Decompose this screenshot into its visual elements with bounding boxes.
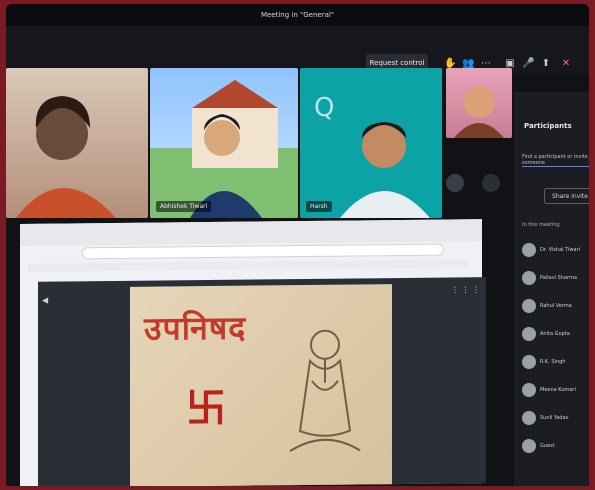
current-slide: उपनिषद 卐 xyxy=(130,284,392,486)
leave-icon[interactable]: ✕ xyxy=(560,58,572,70)
avatar xyxy=(522,327,536,341)
browser-tab-bar xyxy=(20,219,482,246)
sage-illustration xyxy=(289,329,361,453)
share-invite-button[interactable]: Share invite xyxy=(544,188,589,204)
mic-icon[interactable]: 🎤 xyxy=(522,58,534,70)
participant-item[interactable]: Sunil Yadav xyxy=(522,410,589,426)
slide-nav-icon[interactable]: ◀ xyxy=(42,296,48,305)
participant-name-tag: Abhishek Tiwari xyxy=(156,201,212,212)
app-toolbar xyxy=(28,259,468,272)
participant-item[interactable]: Anita Gupta xyxy=(522,326,589,342)
slide-title: उपनिषद xyxy=(144,308,247,348)
meeting-window: Meeting in "General" Request control ✋ 👥… xyxy=(6,4,589,486)
participant-item[interactable]: Guest xyxy=(522,438,589,454)
participant-video xyxy=(150,80,298,218)
participant-video: Q xyxy=(300,68,442,218)
avatar xyxy=(522,299,536,313)
avatar xyxy=(522,411,536,425)
share-icon[interactable]: ⬆ xyxy=(540,58,552,70)
avatar xyxy=(522,383,536,397)
participant-video xyxy=(16,96,116,218)
participants-search-input[interactable]: Find a participant or invite someone xyxy=(522,154,589,167)
browser-address-bar[interactable] xyxy=(82,243,444,260)
participant-item[interactable]: Dr. Vishal Tiwari xyxy=(522,242,589,258)
svg-text:Q: Q xyxy=(314,93,334,123)
avatar xyxy=(522,355,536,369)
participants-title: Participants xyxy=(524,122,572,130)
avatar xyxy=(522,271,536,285)
presentation-controls-icon[interactable]: ⋮ ⋮ ⋮ xyxy=(451,285,480,294)
participant-item[interactable]: R.K. Singh xyxy=(522,354,589,370)
window-title: Meeting in "General" xyxy=(260,11,335,19)
participant-item[interactable]: Meena Kumari xyxy=(522,382,589,398)
window-titlebar: Meeting in "General" xyxy=(6,4,589,26)
video-tile-2[interactable]: Abhishek Tiwari xyxy=(150,68,298,218)
participant-item[interactable]: Pallavi Sharma xyxy=(522,270,589,286)
participant-video xyxy=(454,86,504,138)
swastika-symbol: 卐 xyxy=(186,385,226,433)
participant-name-tag: Harsh xyxy=(306,201,332,212)
participants-section-label: In this meeting xyxy=(522,222,560,228)
video-tile-1[interactable] xyxy=(6,68,148,218)
participants-panel: Participants Find a participant or invit… xyxy=(514,92,589,486)
avatar xyxy=(522,243,536,257)
presentation-area: ◀ ⋮ ⋮ ⋮ उपनिषद 卐 xyxy=(38,277,486,486)
participant-avatar[interactable] xyxy=(482,174,500,192)
participant-avatar[interactable] xyxy=(446,174,464,192)
shared-screen[interactable]: ◀ ⋮ ⋮ ⋮ उपनिषद 卐 xyxy=(20,219,486,486)
participant-item[interactable]: Rahul Verma xyxy=(522,298,589,314)
video-tile-3[interactable]: Q Harsh xyxy=(300,68,442,218)
meeting-toolbar xyxy=(6,26,589,74)
avatar xyxy=(522,439,536,453)
video-tile-4[interactable] xyxy=(446,68,512,138)
